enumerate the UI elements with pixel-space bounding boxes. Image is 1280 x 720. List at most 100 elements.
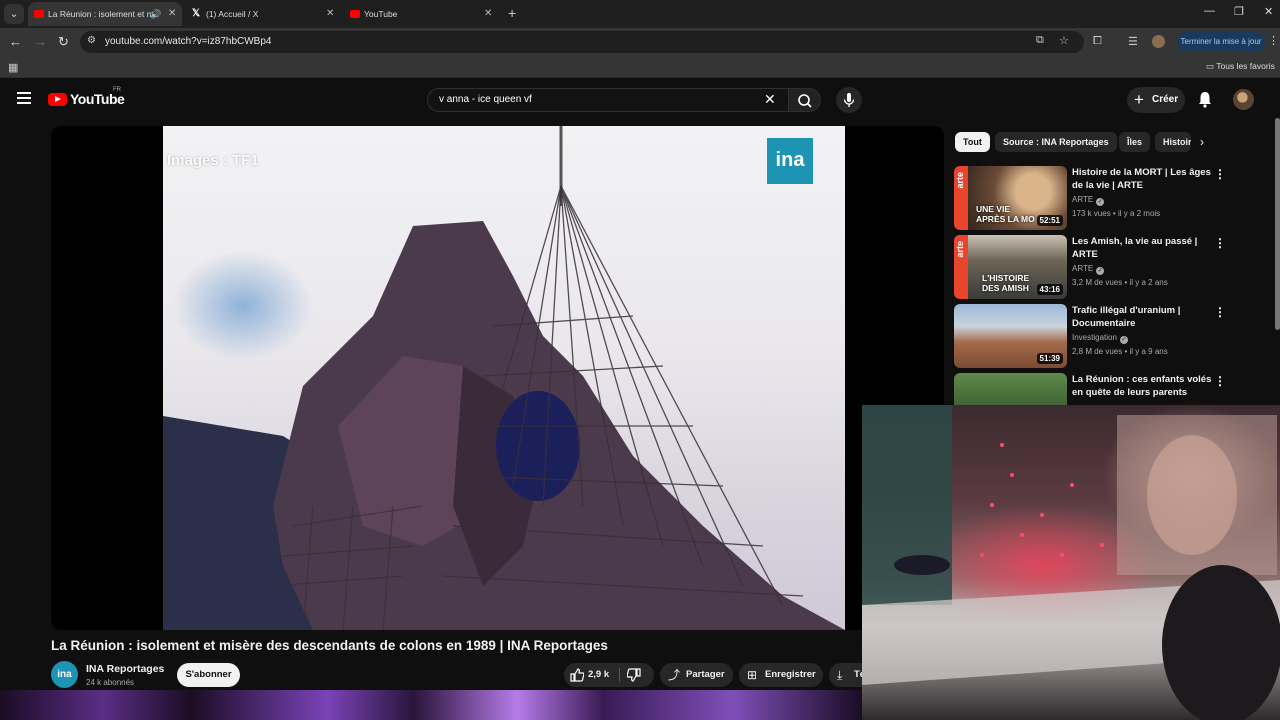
more-options-icon[interactable]: ⋮ — [1214, 167, 1226, 181]
thumbnail-caption: UNE VIE APRÈS LA MO — [976, 204, 1035, 224]
arte-logo: arte — [955, 172, 965, 189]
verified-check-icon: ✓ — [1096, 267, 1105, 275]
update-button[interactable]: Terminer la mise à jour — [1177, 32, 1265, 52]
maximize-icon[interactable]: ❐ — [1234, 5, 1244, 18]
extensions-icon[interactable]: ⧠ — [1093, 35, 1102, 48]
video-player[interactable]: Images : TF1 ina — [51, 126, 944, 630]
search-icon — [798, 94, 812, 108]
tab-title: (1) Accueil / X — [206, 9, 259, 19]
like-dislike-group: 2,9 k — [564, 663, 654, 687]
recommendation-title[interactable]: Trafic illégal d'uranium | Documentaire — [1072, 304, 1212, 330]
chevron-right-icon[interactable]: › — [1200, 135, 1204, 149]
recommendation-item[interactable]: arte L'HISTOIRE DES AMISH 43:16 Les Amis… — [954, 235, 1234, 299]
thumbs-up-icon — [570, 668, 585, 682]
like-button[interactable] — [570, 663, 585, 690]
video-duration: 43:16 — [1036, 284, 1063, 295]
site-info-icon[interactable]: ⚙ — [87, 35, 96, 46]
share-label: Partager — [686, 669, 725, 680]
youtube-icon — [350, 10, 360, 18]
recommendation-channel[interactable]: Investigation ✓ — [1072, 333, 1128, 344]
voice-search-button[interactable] — [836, 87, 862, 113]
recommendation-item[interactable]: arte UNE VIE APRÈS LA MO 52:51 Histoire … — [954, 166, 1234, 230]
chip-history[interactable]: Histoire — [1155, 132, 1191, 152]
video-thumbnail[interactable]: arte L'HISTOIRE DES AMISH 43:16 — [954, 235, 1067, 299]
profile-avatar-icon[interactable] — [1152, 35, 1165, 48]
subscribe-button[interactable]: S'abonner — [177, 663, 240, 687]
video-thumbnail[interactable]: 51:39 — [954, 304, 1067, 368]
save-button[interactable]: ⊞ Enregistrer — [739, 663, 823, 687]
channel-label: ARTE — [1072, 195, 1094, 204]
recommendation-title[interactable]: Histoire de la MORT | Les âges de la vie… — [1072, 166, 1212, 192]
reload-icon[interactable]: ↻ — [58, 34, 69, 50]
recommendation-meta: 3,2 M de vues • il y a 2 ans — [1072, 278, 1168, 287]
arte-brand-bar: arte — [954, 166, 968, 230]
close-tab-icon[interactable]: ✕ — [326, 2, 334, 26]
minimize-icon[interactable]: — — [1204, 5, 1215, 17]
search-box[interactable]: v anna - ice queen vf ✕ — [427, 88, 789, 112]
recommendation-meta: 173 k vues • il y a 2 mois — [1072, 209, 1161, 218]
arte-logo: arte — [955, 241, 965, 258]
page-scrollbar[interactable] — [1275, 118, 1280, 330]
clear-search-icon[interactable]: ✕ — [764, 91, 776, 108]
chip-all[interactable]: Tout — [955, 132, 990, 152]
close-tab-icon[interactable]: ✕ — [168, 2, 176, 26]
more-options-icon[interactable]: ⋮ — [1214, 305, 1226, 319]
recommendation-title[interactable]: La Réunion : ces enfants volés en quête … — [1072, 373, 1212, 399]
chip-source-ina[interactable]: Source : INA Reportages — [995, 132, 1117, 152]
video-duration: 51:39 — [1036, 353, 1063, 364]
speaker-icon[interactable]: 🔊 — [150, 2, 161, 26]
browser-tab-active[interactable]: La Réunion : isolement et m 🔊 ✕ — [28, 2, 182, 26]
install-app-icon[interactable]: ⧉ — [1036, 34, 1044, 47]
forward-icon[interactable]: → — [34, 34, 47, 49]
save-playlist-icon: ⊞ — [747, 668, 758, 682]
all-bookmarks-folder[interactable]: ▭ Tous les favoris — [1206, 61, 1275, 72]
search-input[interactable]: v anna - ice queen vf — [439, 94, 532, 105]
back-icon[interactable]: ← — [9, 34, 22, 49]
reading-list-icon[interactable]: ☰ — [1128, 35, 1138, 48]
browser-tab-strip: ⌄ La Réunion : isolement et m 🔊 ✕ 𝕏 (1) … — [0, 0, 1280, 28]
recommendation-title[interactable]: Les Amish, la vie au passé | ARTE — [1072, 235, 1212, 261]
youtube-masthead: YouTube FR v anna - ice queen vf ✕ + Cré… — [0, 82, 1280, 118]
close-tab-icon[interactable]: ✕ — [484, 2, 492, 26]
menu-icon[interactable] — [17, 92, 31, 104]
browser-toolbar: ← → ↻ ⚙ youtube.com/watch?v=iz87hbCWBp4 … — [0, 28, 1280, 56]
apps-grid-icon[interactable]: ▦ — [8, 61, 18, 74]
channel-avatar[interactable]: ina — [51, 661, 78, 688]
video-title: La Réunion : isolement et misère des des… — [51, 638, 608, 653]
new-tab-icon[interactable]: + — [508, 5, 516, 21]
recommendation-channel[interactable]: ARTE ✓ — [1072, 264, 1105, 275]
share-button[interactable]: ⤴ Partager — [660, 663, 733, 687]
account-avatar[interactable] — [1233, 89, 1254, 110]
address-bar[interactable]: ⚙ youtube.com/watch?v=iz87hbCWBp4 ⧉ ☆ — [80, 31, 1084, 53]
bookmark-star-icon[interactable]: ☆ — [1059, 34, 1069, 47]
download-icon: ⤓ — [837, 668, 843, 682]
create-label: Créer — [1152, 94, 1179, 105]
video-thumbnail[interactable]: arte UNE VIE APRÈS LA MO 52:51 — [954, 166, 1067, 230]
tab-title: YouTube — [364, 9, 398, 19]
video-scene-image — [163, 126, 845, 630]
more-options-icon[interactable]: ⋮ — [1214, 374, 1226, 388]
dislike-button[interactable] — [626, 663, 641, 690]
more-options-icon[interactable]: ⋮ — [1214, 236, 1226, 250]
download-button[interactable]: ⤓ Té — [829, 663, 865, 687]
thumbs-down-icon — [626, 668, 641, 682]
tab-title: La Réunion : isolement et m — [48, 9, 154, 19]
subscriber-count: 24 k abonnés — [86, 678, 135, 687]
video-duration: 52:51 — [1036, 215, 1063, 226]
folder-icon: ▭ — [1206, 61, 1215, 71]
tab-search-button[interactable]: ⌄ — [4, 4, 24, 24]
notifications-bell-icon[interactable] — [1197, 90, 1213, 108]
browser-tab-youtube[interactable]: YouTube ✕ — [344, 2, 498, 26]
channel-label: ARTE — [1072, 264, 1094, 273]
recommendation-meta: 2,8 M de vues • il y a 9 ans — [1072, 347, 1168, 356]
channel-name[interactable]: INA Reportages — [86, 663, 164, 675]
search-button[interactable] — [789, 88, 821, 112]
recommendation-item[interactable]: 51:39 Trafic illégal d'uranium | Documen… — [954, 304, 1234, 368]
create-button[interactable]: + Créer — [1127, 87, 1185, 113]
browser-tab-x[interactable]: 𝕏 (1) Accueil / X ✕ — [186, 2, 340, 26]
chip-islands[interactable]: Îles — [1119, 132, 1151, 152]
window-close-icon[interactable]: ✕ — [1264, 5, 1273, 18]
arte-brand-bar: arte — [954, 235, 968, 299]
browser-menu-icon[interactable]: ⋮ — [1268, 34, 1279, 47]
recommendation-channel[interactable]: ARTE ✓ — [1072, 195, 1105, 206]
